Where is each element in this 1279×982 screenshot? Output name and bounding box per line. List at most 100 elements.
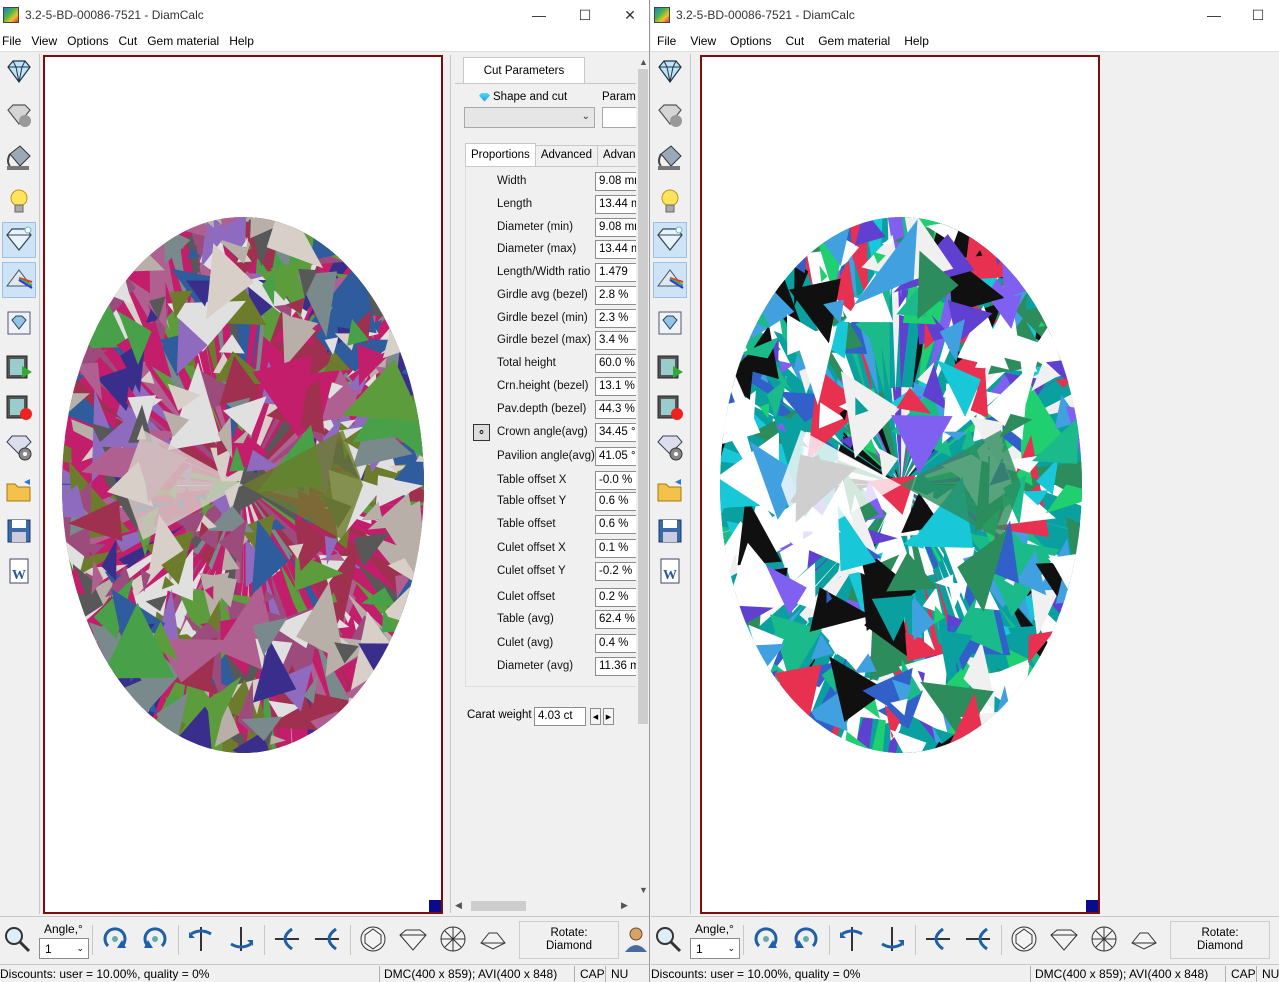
menu-gem-material[interactable]: Gem material (818, 34, 898, 48)
save-disk-tool-button[interactable] (653, 514, 687, 550)
shape-and-cut-dropdown[interactable]: ⌄ (464, 107, 595, 128)
rotate-ccw-button[interactable] (789, 923, 823, 957)
menu-options[interactable]: Options (730, 34, 779, 48)
tab-cut-parameters[interactable]: Cut Parameters (463, 57, 585, 84)
tab-advanced[interactable]: Advanced (534, 145, 598, 167)
paint-bucket-tool-button[interactable] (653, 140, 687, 176)
resize-corner[interactable] (429, 900, 441, 912)
angle-select[interactable]: 1 ⌄ (690, 938, 740, 959)
video-play-tool-button[interactable] (2, 350, 36, 386)
panel-vertical-scrollbar[interactable]: ▲ ▼ (636, 55, 649, 900)
flip-horizontal-back-button[interactable] (875, 923, 909, 957)
zoom-button[interactable] (0, 923, 34, 957)
flip-horizontal-button[interactable] (835, 923, 869, 957)
light-bulb-tool-button[interactable] (2, 184, 36, 220)
top-view-button[interactable] (356, 923, 390, 957)
scroll-down-icon[interactable]: ▼ (639, 885, 648, 895)
scroll-left-icon[interactable]: ◀ (455, 900, 462, 911)
perspective-view-button[interactable] (476, 923, 510, 957)
facet-shard (772, 222, 810, 274)
scroll-right-icon[interactable]: ▶ (621, 900, 628, 911)
image-report-tool-button[interactable] (2, 306, 36, 342)
angle-select[interactable]: 1 ⌄ (39, 938, 89, 959)
resize-corner[interactable] (1086, 900, 1098, 912)
panel-horizontal-scrollbar[interactable]: ◀ ▶ (451, 899, 636, 913)
menu-view[interactable]: View (690, 34, 724, 48)
maximize-button[interactable]: ☐ (1235, 0, 1279, 30)
paint-bucket-tool-button[interactable] (2, 140, 36, 176)
carat-decrement-button[interactable]: ◀ (590, 708, 601, 725)
menu-gem-material[interactable]: Gem material (147, 34, 227, 48)
diamond-view[interactable] (43, 55, 443, 914)
prism-rainbow-tool-button[interactable] (653, 262, 687, 298)
rotate-ccw-button[interactable] (138, 923, 172, 957)
lock-icon[interactable]: ⚬ (473, 424, 490, 441)
menu-cut[interactable]: Cut (786, 34, 813, 48)
diamond-gray-tool-button[interactable] (2, 98, 36, 134)
menu-help[interactable]: Help (229, 34, 262, 48)
flip-horizontal-back-button[interactable] (224, 923, 258, 957)
carat-weight-field[interactable]: 4.03 ct (534, 707, 586, 726)
scroll-thumb[interactable] (638, 69, 648, 724)
bottom-view-button[interactable] (436, 923, 470, 957)
flip-vertical-button[interactable] (921, 923, 955, 957)
menu-help[interactable]: Help (904, 34, 937, 48)
facet-shard (994, 696, 1030, 727)
open-folder-tool-button[interactable] (2, 474, 36, 510)
minimize-button[interactable]: — (516, 0, 562, 30)
diamond-view[interactable] (700, 55, 1100, 914)
maximize-button[interactable]: ☐ (562, 0, 608, 30)
carat-increment-button[interactable]: ▶ (603, 708, 614, 725)
open-folder-tool-button[interactable] (653, 474, 687, 510)
video-play-tool-button[interactable] (653, 350, 687, 386)
flip-horizontal-button[interactable] (184, 923, 218, 957)
zoom-button[interactable] (651, 923, 685, 957)
rotate-target-box[interactable]: Rotate: Diamond (519, 921, 619, 959)
top-view-button[interactable] (1007, 923, 1041, 957)
menu-options[interactable]: Options (67, 34, 116, 48)
diamond-view-tool-button[interactable] (2, 54, 36, 90)
status-separator (1225, 966, 1226, 982)
user-button[interactable] (620, 923, 649, 957)
word-export-tool-button[interactable]: W (653, 554, 687, 590)
diamond-gray-icon (655, 100, 685, 133)
facet-shard (357, 269, 374, 280)
facet-shard (319, 729, 338, 753)
close-button[interactable]: ✕ (607, 0, 649, 30)
side-view-button[interactable] (396, 923, 430, 957)
rotate-target-box[interactable]: Rotate: Diamond (1170, 921, 1270, 959)
image-report-tool-button[interactable] (653, 306, 687, 342)
diamond-sparkle-tool-button[interactable] (653, 222, 687, 258)
diamond-sparkle-tool-button[interactable] (2, 222, 36, 258)
facet-shard (748, 670, 778, 711)
menu-view[interactable]: View (31, 34, 65, 48)
minimize-button[interactable]: — (1191, 0, 1237, 30)
rotate-cw-button[interactable] (98, 923, 132, 957)
flip-vertical-back-button[interactable] (961, 923, 995, 957)
side-view-button[interactable] (1047, 923, 1081, 957)
facet-shard (1015, 221, 1051, 275)
shape-and-cut-label: Shape and cut (479, 91, 567, 103)
menu-file[interactable]: File (657, 34, 684, 48)
rotate-cw-button[interactable] (749, 923, 783, 957)
save-disk-tool-button[interactable] (2, 514, 36, 550)
light-bulb-tool-button[interactable] (653, 184, 687, 220)
video-record-tool-button[interactable] (653, 390, 687, 426)
video-record-tool-button[interactable] (2, 390, 36, 426)
toolbar-separator (829, 925, 830, 955)
perspective-view-button[interactable] (1127, 923, 1161, 957)
scroll-thumb[interactable] (471, 901, 526, 911)
prism-rainbow-tool-button[interactable] (2, 262, 36, 298)
menu-file[interactable]: File (2, 34, 29, 48)
flip-vertical-back-button[interactable] (310, 923, 344, 957)
word-export-tool-button[interactable]: W (2, 554, 36, 590)
diamond-settings-tool-button[interactable] (653, 430, 687, 466)
diamond-gray-tool-button[interactable] (653, 98, 687, 134)
flip-vertical-button[interactable] (270, 923, 304, 957)
menu-cut[interactable]: Cut (119, 34, 146, 48)
diamond-settings-tool-button[interactable] (2, 430, 36, 466)
bottom-view-button[interactable] (1087, 923, 1121, 957)
tab-proportions[interactable]: Proportions (465, 143, 536, 167)
scroll-up-icon[interactable]: ▲ (639, 57, 648, 67)
diamond-view-tool-button[interactable] (653, 54, 687, 90)
